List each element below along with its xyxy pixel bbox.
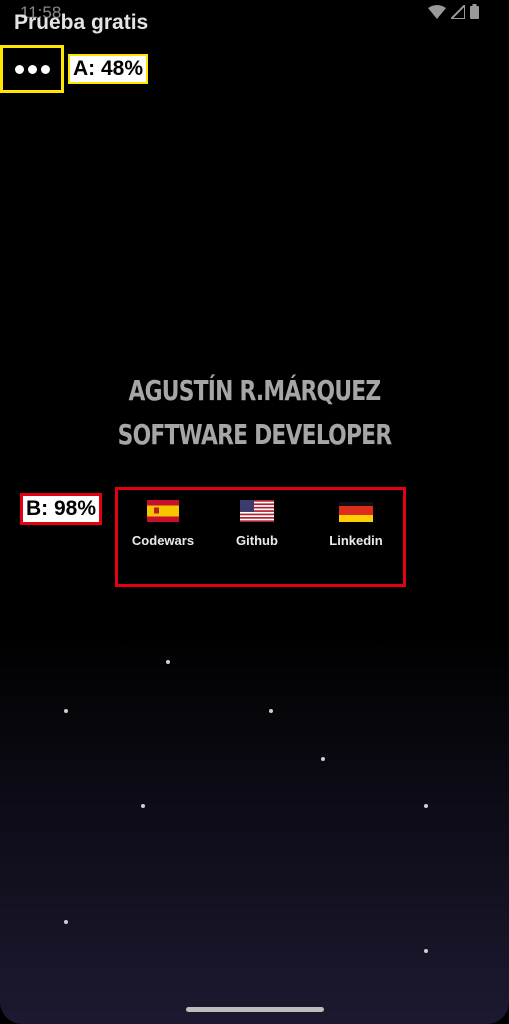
more-dot-icon (14, 64, 24, 74)
home-indicator[interactable] (186, 1007, 324, 1012)
link-label: Github (236, 533, 278, 548)
star-decoration (321, 757, 325, 761)
star-decoration (64, 920, 68, 924)
overlay-label-b: B: 98% (20, 493, 103, 525)
link-linkedin[interactable]: Linkedin (311, 500, 401, 548)
star-decoration (424, 949, 428, 953)
star-decoration (166, 660, 170, 664)
status-icons (428, 4, 479, 19)
spain-flag-icon (147, 500, 179, 522)
wifi-icon (428, 4, 446, 19)
signal-icon (451, 4, 465, 19)
more-options-button[interactable] (0, 45, 64, 93)
germany-flag-icon (339, 502, 373, 522)
link-label: Linkedin (329, 533, 383, 548)
link-codewars[interactable]: Codewars (118, 500, 208, 548)
link-github[interactable]: Github (212, 500, 302, 548)
more-dot-icon (40, 64, 50, 74)
star-decoration (424, 804, 428, 808)
star-decoration (269, 709, 273, 713)
hero-role: SOFTWARE DEVELOPER (117, 418, 393, 451)
star-decoration (141, 804, 145, 808)
link-label: Codewars (131, 533, 195, 548)
usa-flag-icon (240, 500, 274, 522)
app-title: Prueba gratis (14, 11, 149, 34)
app-screen: 11:58 Prueba gratis A: 48% AGUSTÍN R.MÁR… (0, 0, 509, 1024)
hero-name: AGUSTÍN R.MÁRQUEZ (128, 374, 382, 407)
star-decoration (64, 709, 68, 713)
overlay-label-a: A: 48% (68, 54, 149, 84)
social-links-group: Codewars Github Linkedin (115, 487, 406, 587)
more-dot-icon (27, 64, 37, 74)
battery-icon (470, 4, 479, 19)
